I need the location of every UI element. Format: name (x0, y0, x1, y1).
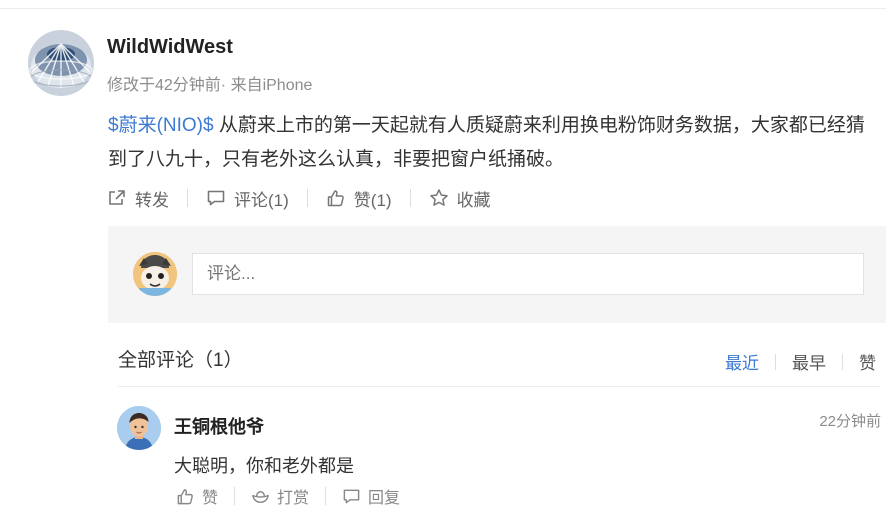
sort-divider (775, 353, 776, 370)
dome-avatar-image (28, 30, 94, 96)
ingot-icon (252, 490, 269, 503)
thumbs-up-icon (177, 488, 193, 504)
reply-icon (343, 489, 360, 503)
reward-label: 打赏 (277, 490, 310, 507)
cartoon-avatar-image (133, 252, 177, 296)
thumbs-up-icon (327, 190, 344, 207)
sort-earliest-tab[interactable]: 最早 (792, 349, 826, 374)
action-divider (409, 189, 411, 207)
sort-likes-tab[interactable]: 赞 (859, 349, 876, 374)
action-divider (325, 487, 327, 505)
action-divider (187, 189, 188, 207)
reply-label: 回复 (368, 490, 401, 507)
comment-button[interactable]: 评论(1) (206, 186, 289, 211)
favorite-button[interactable]: 收藏 (429, 186, 491, 211)
comments-divider (118, 386, 880, 387)
post-action-bar: 转发 评论(1) 赞(1) 收藏 (107, 185, 491, 211)
comment-like-button[interactable]: 赞 (176, 484, 218, 508)
comment-like-label: 赞 (202, 490, 219, 507)
all-comments-title: 全部评论（1） (118, 350, 243, 371)
post-body: $蔚来(NIO)$ 从蔚来上市的第一天起就有人质疑蔚来利用换电粉饰财务数据，大家… (108, 109, 883, 177)
comment-time: 22分钟前 (819, 413, 881, 430)
comment-sort-tabs: 最近 最早 赞 (725, 349, 876, 374)
share-icon (109, 190, 125, 205)
stock-tag-link[interactable]: $蔚来(NIO)$ (108, 115, 214, 136)
comment-input[interactable] (192, 253, 864, 295)
comment-icon (207, 190, 225, 206)
like-button[interactable]: 赞(1) (326, 186, 392, 211)
sort-latest-tab[interactable]: 最近 (725, 349, 759, 374)
repost-label: 转发 (135, 190, 169, 210)
author-avatar[interactable] (28, 30, 94, 96)
commenter-avatar[interactable] (117, 406, 161, 450)
top-divider (0, 8, 886, 9)
comment-action-bar: 赞 打赏 回复 (176, 484, 400, 508)
post-text: 从蔚来上市的第一天起就有人质疑蔚来利用换电粉饰财务数据，大家都已经猜到了八九十，… (108, 115, 865, 170)
action-divider (234, 487, 236, 505)
commenter-name[interactable]: 王铜根他爷 (174, 413, 264, 439)
star-icon (429, 189, 448, 206)
reward-button[interactable]: 打赏 (251, 484, 309, 508)
sort-divider (842, 353, 843, 370)
comment-label: 评论(1) (234, 190, 289, 210)
author-name[interactable]: WildWidWest (107, 36, 233, 59)
action-divider (306, 189, 308, 207)
reply-button[interactable]: 回复 (342, 484, 400, 508)
favorite-label: 收藏 (456, 190, 491, 210)
like-label: 赞(1) (353, 190, 392, 210)
repost-button[interactable]: 转发 (107, 186, 169, 211)
person-avatar-image (117, 406, 161, 450)
post-meta: 修改于42分钟前· 来自iPhone (107, 77, 313, 94)
current-user-avatar (133, 252, 177, 296)
comment-text: 大聪明，你和老外都是 (174, 456, 354, 476)
